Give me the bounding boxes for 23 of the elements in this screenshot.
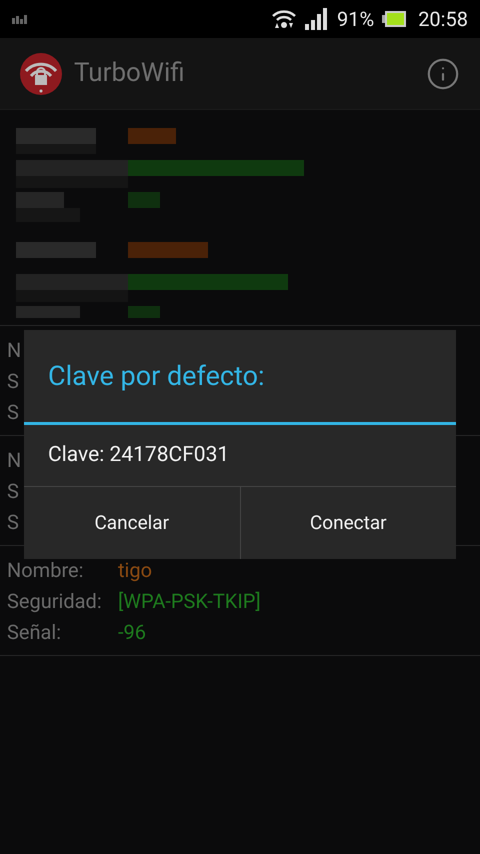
app-title: TurboWifi (74, 57, 186, 90)
field-value: tigo (118, 556, 152, 584)
field-value: [WPA-PSK-TKIP] (118, 588, 261, 614)
dialog-message: Clave: 24178CF031 (48, 442, 230, 469)
field-label: N (7, 338, 22, 362)
dialog-title: Clave por defecto: (48, 358, 265, 394)
clock: 20:58 (418, 6, 468, 33)
wifi-icon (271, 8, 298, 30)
field-label: Seguridad: (7, 588, 102, 612)
field-label: S (7, 368, 19, 392)
field-label: Señal: (7, 620, 62, 644)
equalizer-icon (12, 14, 28, 24)
field-value: -96 (118, 618, 146, 646)
field-label: Nombre: (7, 558, 84, 582)
info-icon[interactable] (426, 56, 460, 90)
field-label: S (7, 478, 19, 502)
field-label: S (7, 510, 19, 534)
battery-percent: 91% (337, 6, 374, 33)
field-label: S (7, 400, 19, 424)
field-label: N (7, 448, 22, 472)
wifi-lock-logo-icon (20, 52, 62, 94)
battery-icon (382, 11, 406, 27)
signal-icon (305, 8, 330, 30)
